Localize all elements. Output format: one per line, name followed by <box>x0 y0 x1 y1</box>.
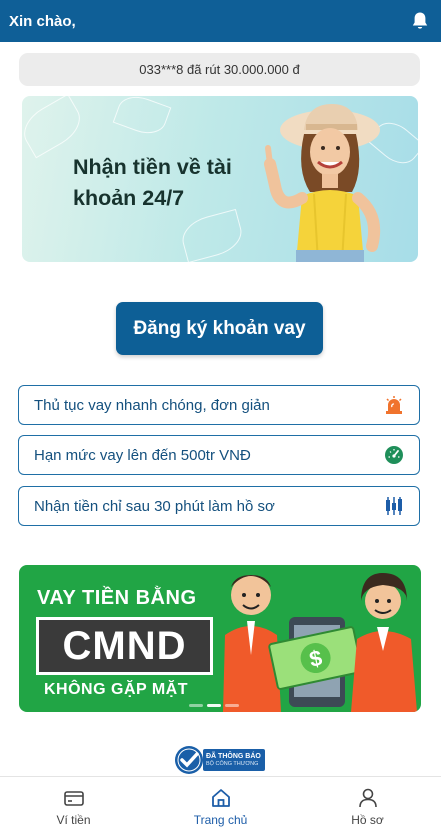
smiling-woman-illustration <box>264 104 381 262</box>
tab-label: Hồ sơ <box>351 813 384 827</box>
leaf-decoration <box>177 208 247 262</box>
alarm-icon <box>386 396 402 414</box>
badge-line-1: ĐÃ THÔNG BÁO <box>206 753 261 760</box>
tab-wallet[interactable]: Ví tiền <box>0 777 147 840</box>
carousel-dot[interactable] <box>189 704 203 707</box>
greeting-text: Xin chào, <box>9 12 76 30</box>
profile-icon <box>358 788 377 808</box>
leaf-decoration <box>22 96 88 159</box>
badge-line-2: BỘ CÔNG THƯƠNG <box>206 761 259 767</box>
candlestick-icon <box>386 497 402 515</box>
leaf-decoration <box>112 96 172 140</box>
certification-badge[interactable]: ĐÃ THÔNG BÁO BỘ CÔNG THƯƠNG <box>174 745 269 775</box>
checkmark-seal-icon <box>175 746 203 774</box>
tab-label: Trang chủ <box>193 813 248 827</box>
feature-label: Nhận tiền chỉ sau 30 phút làm hồ sơ <box>34 497 275 515</box>
promo-banner[interactable]: VAY TIỀN BẰNG CMND KHÔNG GẶP MẶT $ <box>19 565 421 712</box>
register-loan-button[interactable]: Đăng ký khoản vay <box>116 302 323 355</box>
carousel-dot[interactable] <box>225 704 239 707</box>
home-icon <box>211 789 230 807</box>
app-header: Xin chào, <box>0 0 441 42</box>
carousel-dots[interactable] <box>189 704 239 707</box>
tab-label: Ví tiền <box>56 813 91 827</box>
bell-icon[interactable] <box>411 11 429 31</box>
badge-text: ĐÃ THÔNG BÁO BỘ CÔNG THƯƠNG <box>203 749 265 771</box>
feature-item-fast-payout[interactable]: Nhận tiền chỉ sau 30 phút làm hồ sơ <box>18 486 420 526</box>
promo-subline: KHÔNG GẶP MẶT <box>44 681 188 698</box>
promo-illustration: $ <box>223 573 417 712</box>
feature-label: Hạn mức vay lên đến 500tr VNĐ <box>34 446 251 464</box>
promo-highlight: CMND <box>36 617 213 675</box>
bottom-tab-bar: Ví tiền Trang chủ Hồ sơ <box>0 776 441 840</box>
carousel-dot[interactable] <box>207 704 221 707</box>
hero-banner[interactable]: Nhận tiền về tài khoản 24/7 <box>22 96 418 262</box>
promo-headline: VAY TIỀN BẰNG <box>37 587 197 609</box>
feature-item-fast-procedure[interactable]: Thủ tục vay nhanh chóng, đơn giản <box>18 385 420 425</box>
ticker-text: 033***8 đã rút 30.000.000 đ <box>139 62 300 77</box>
wallet-icon <box>63 791 84 806</box>
speedometer-icon <box>385 446 403 464</box>
feature-label: Thủ tục vay nhanh chóng, đơn giản <box>34 396 270 414</box>
tab-profile[interactable]: Hồ sơ <box>294 777 441 840</box>
tab-home[interactable]: Trang chủ <box>147 777 294 840</box>
feature-item-loan-limit[interactable]: Hạn mức vay lên đến 500tr VNĐ <box>18 435 420 475</box>
hero-title: Nhận tiền về tài khoản 24/7 <box>73 155 232 210</box>
withdrawal-ticker: 033***8 đã rút 30.000.000 đ <box>19 53 420 86</box>
